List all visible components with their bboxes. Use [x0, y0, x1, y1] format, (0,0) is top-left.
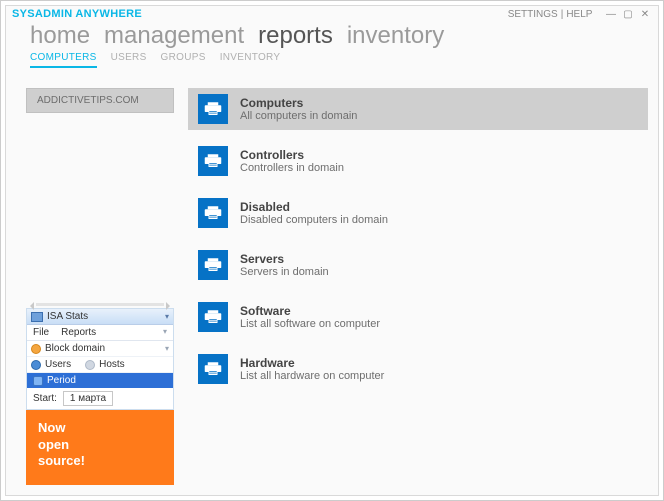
- maximize-button[interactable]: ▢: [621, 8, 635, 20]
- report-desc: Servers in domain: [240, 266, 329, 278]
- report-title: Software: [240, 304, 380, 318]
- report-computers[interactable]: Computers All computers in domain: [188, 88, 648, 130]
- printer-icon: [198, 94, 228, 124]
- block-domain-icon: [31, 344, 41, 354]
- subnav-users[interactable]: USERS: [111, 52, 147, 68]
- report-title: Computers: [240, 96, 357, 110]
- report-software[interactable]: Software List all software on computer: [188, 296, 648, 338]
- primary-nav: home management reports inventory: [6, 22, 658, 50]
- printer-icon: [198, 302, 228, 332]
- widget-menu-file[interactable]: File: [33, 327, 49, 338]
- hosts-tab-icon: [85, 360, 95, 370]
- report-desc: List all hardware on computer: [240, 370, 384, 382]
- widget-block-domain[interactable]: Block domain: [45, 343, 105, 354]
- nav-management[interactable]: management: [104, 22, 244, 50]
- users-tab-icon: [31, 360, 41, 370]
- report-title: Hardware: [240, 356, 384, 370]
- side-scroll[interactable]: [26, 300, 174, 308]
- report-desc: All computers in domain: [240, 110, 357, 122]
- widget-tab-users[interactable]: Users: [45, 359, 71, 370]
- printer-icon: [198, 146, 228, 176]
- period-icon: [33, 376, 43, 386]
- report-desc: Disabled computers in domain: [240, 214, 388, 226]
- open-source-banner[interactable]: Now open source!: [26, 410, 174, 485]
- widget-title: ISA Stats: [47, 311, 161, 322]
- widget-period[interactable]: Period: [47, 375, 76, 386]
- minimize-button[interactable]: —: [604, 8, 618, 20]
- report-servers[interactable]: Servers Servers in domain: [188, 244, 648, 286]
- settings-link[interactable]: SETTINGS: [508, 9, 558, 20]
- nav-home[interactable]: home: [30, 22, 90, 50]
- widget-start-value[interactable]: 1 марта: [63, 391, 113, 406]
- reports-list: Computers All computers in domain Contro…: [188, 88, 648, 485]
- nav-reports[interactable]: reports: [258, 22, 333, 50]
- printer-icon: [198, 250, 228, 280]
- sub-nav: COMPUTERS USERS GROUPS INVENTORY: [6, 50, 658, 74]
- report-desc: List all software on computer: [240, 318, 380, 330]
- subnav-inventory[interactable]: INVENTORY: [220, 52, 281, 68]
- widget-dropdown-icon[interactable]: ▾: [165, 312, 169, 321]
- nav-inventory[interactable]: inventory: [347, 22, 444, 50]
- report-title: Controllers: [240, 148, 344, 162]
- isa-stats-widget: ISA Stats ▾ File Reports ▾ Block domain …: [26, 308, 174, 410]
- sidebar-header[interactable]: ADDICTIVETIPS.COM: [26, 88, 174, 113]
- report-title: Servers: [240, 252, 329, 266]
- printer-icon: [198, 198, 228, 228]
- help-link[interactable]: HELP: [566, 9, 592, 20]
- widget-menu-reports[interactable]: Reports: [61, 327, 96, 338]
- close-button[interactable]: ✕: [638, 8, 652, 20]
- widget-tab-hosts[interactable]: Hosts: [99, 359, 125, 370]
- report-hardware[interactable]: Hardware List all hardware on computer: [188, 348, 648, 390]
- report-title: Disabled: [240, 200, 388, 214]
- app-title: SYSADMIN ANYWHERE: [12, 8, 142, 20]
- report-disabled[interactable]: Disabled Disabled computers in domain: [188, 192, 648, 234]
- report-controllers[interactable]: Controllers Controllers in domain: [188, 140, 648, 182]
- report-desc: Controllers in domain: [240, 162, 344, 174]
- subnav-computers[interactable]: COMPUTERS: [30, 52, 97, 68]
- widget-start-label: Start:: [33, 393, 57, 404]
- subnav-groups[interactable]: GROUPS: [161, 52, 206, 68]
- widget-app-icon: [31, 312, 43, 322]
- printer-icon: [198, 354, 228, 384]
